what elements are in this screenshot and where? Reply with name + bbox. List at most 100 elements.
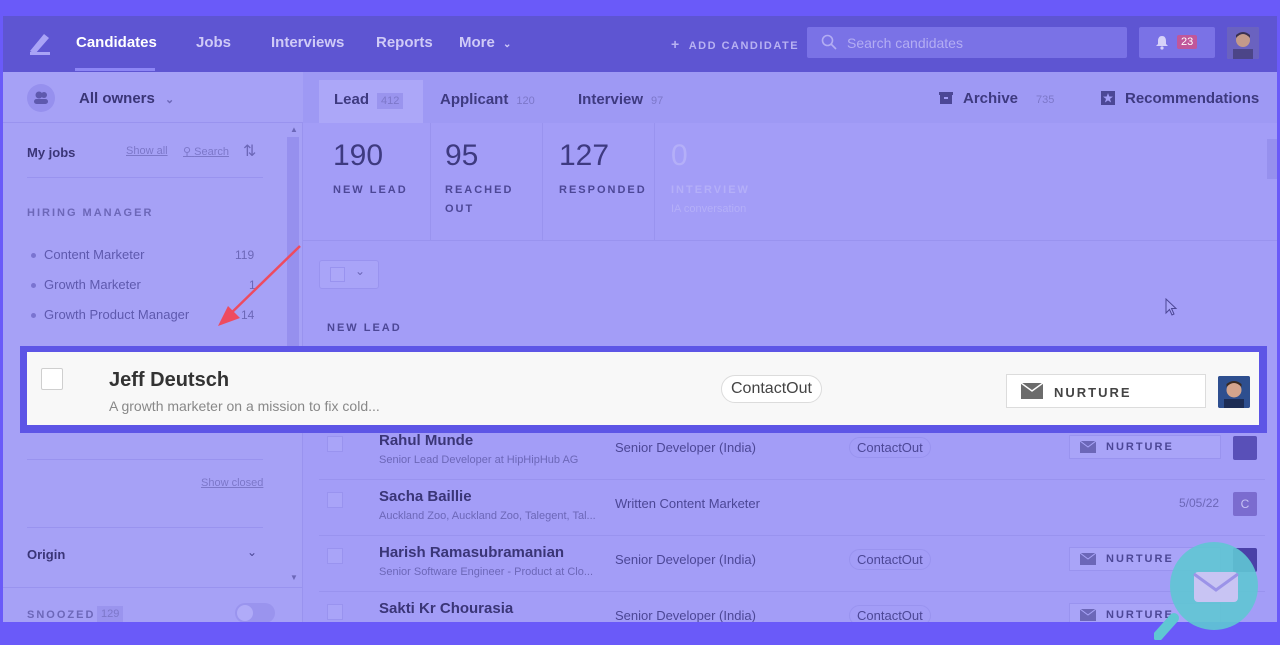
chevron-down-icon[interactable]: ⌄: [247, 545, 257, 559]
logo-icon[interactable]: [27, 30, 53, 56]
source-badge: ContactOut: [849, 437, 931, 458]
star-icon: [1101, 91, 1115, 105]
user-avatar[interactable]: [1227, 27, 1259, 59]
stat-new-lead[interactable]: 190 NEW LEAD: [303, 123, 431, 241]
tab-interview[interactable]: Interview 97: [578, 91, 663, 108]
highlighted-candidate-row[interactable]: Jeff Deutsch A growth marketer on a miss…: [27, 352, 1259, 425]
show-closed-link[interactable]: Show closed: [201, 477, 263, 489]
nav-candidates[interactable]: Candidates: [76, 34, 157, 51]
bulk-select-dropdown[interactable]: ⌄: [319, 260, 379, 289]
search-icon: [821, 34, 837, 50]
scroll-down-icon[interactable]: ▼: [290, 573, 298, 582]
status-button[interactable]: NURTURE: [1006, 374, 1206, 408]
my-jobs-heading: My jobs: [27, 145, 76, 160]
main-scrollbar[interactable]: [1267, 139, 1277, 179]
stat-label: INTERVIEW: [671, 184, 750, 196]
snoozed-toggle[interactable]: [235, 603, 275, 622]
sidebar-search-link[interactable]: ⚲ Search: [183, 145, 229, 158]
owner-avatar: [1218, 376, 1250, 408]
candidate-job: Written Content Marketer: [615, 496, 760, 511]
sort-icon[interactable]: ⇅: [243, 141, 256, 161]
mail-icon: [1021, 383, 1043, 399]
stat-label-line1: REACHED: [445, 184, 514, 196]
row-checkbox[interactable]: [327, 436, 343, 452]
hiring-manager-heading: HIRING MANAGER: [27, 207, 154, 219]
notification-badge: 23: [1177, 35, 1198, 49]
chevron-down-icon: ⌄: [355, 264, 366, 278]
stat-reached-out[interactable]: 95 REACHED OUT: [431, 123, 543, 241]
owner-avatar: C: [1233, 492, 1257, 516]
bell-icon: [1156, 36, 1168, 50]
mail-icon: [1080, 609, 1096, 621]
snoozed-count: 129: [97, 606, 124, 622]
tab-interview-count: 97: [651, 95, 664, 107]
candidate-headline: Senior Lead Developer at HipHipHub AG: [379, 454, 579, 466]
chevron-down-icon: ⌄: [165, 94, 175, 106]
candidate-headline: Auckland Zoo, Auckland Zoo, Talegent, Ta…: [379, 510, 596, 522]
tab-archive-count: 735: [1036, 94, 1055, 106]
row-checkbox[interactable]: [41, 368, 63, 390]
sidebar-job-content-marketer[interactable]: Content Marketer: [31, 247, 144, 262]
owners-dropdown[interactable]: All owners ⌄: [79, 90, 174, 107]
tab-lead-label: Lead: [334, 91, 370, 108]
stat-interview[interactable]: 0 INTERVIEW IA conversation: [655, 123, 855, 241]
show-all-link[interactable]: Show all: [126, 145, 168, 157]
tab-applicant-label: Applicant: [440, 91, 509, 108]
nav-more[interactable]: More ⌄: [459, 34, 511, 51]
search-icon: ⚲: [183, 146, 192, 158]
owner-filter-bar: All owners ⌄: [3, 72, 303, 123]
nav-interviews[interactable]: Interviews: [271, 34, 344, 51]
candidate-name[interactable]: Jeff Deutsch: [109, 369, 229, 392]
app-window: Candidates Jobs Interviews Reports More …: [3, 16, 1277, 622]
sidebar-job-growth-product-manager[interactable]: Growth Product Manager: [31, 307, 189, 322]
tab-applicant[interactable]: Applicant 120: [440, 91, 535, 108]
row-checkbox[interactable]: [327, 492, 343, 508]
divider: [27, 527, 263, 528]
table-row[interactable]: Sakti Kr Chourasia Senior Developer (Ind…: [319, 592, 1265, 622]
divider: [27, 177, 263, 178]
tab-lead[interactable]: Lead 412: [334, 91, 404, 109]
status-label: NURTURE: [1054, 385, 1132, 400]
candidate-name[interactable]: Harish Ramasubramanian: [379, 544, 564, 561]
search-box[interactable]: [807, 27, 1127, 58]
tab-archive[interactable]: Archive 735: [939, 90, 1054, 107]
candidate-name[interactable]: Rahul Munde: [379, 432, 473, 449]
funnel-stats: 190 NEW LEAD 95 REACHED OUT 127 RESPONDED…: [303, 123, 1277, 241]
row-checkbox[interactable]: [327, 548, 343, 564]
row-checkbox[interactable]: [327, 604, 343, 620]
annotation-arrow-icon: [218, 245, 301, 326]
row-date: 5/05/22: [1179, 496, 1220, 510]
stat-number: 95: [445, 139, 479, 172]
stat-sublabel: IA conversation: [671, 203, 747, 215]
table-row[interactable]: Harish Ramasubramanian Senior Software E…: [319, 536, 1265, 592]
snoozed-label: SNOOZED: [27, 609, 96, 621]
status-button[interactable]: NURTURE: [1069, 435, 1221, 459]
active-tab-indicator: [75, 68, 155, 71]
tab-recommendations[interactable]: Recommendations: [1101, 90, 1259, 107]
candidate-name[interactable]: Sakti Kr Chourasia: [379, 600, 513, 617]
user-avatar-image: [1227, 27, 1259, 59]
stat-label: REACHED OUT: [445, 181, 513, 219]
candidate-name[interactable]: Sacha Baillie: [379, 488, 472, 505]
stat-number: 0: [671, 139, 688, 172]
search-input[interactable]: [847, 33, 1117, 53]
nav-jobs[interactable]: Jobs: [196, 34, 231, 51]
table-row[interactable]: Sacha Baillie Auckland Zoo, Auckland Zoo…: [319, 480, 1265, 536]
candidate-headline: A growth marketer on a mission to fix co…: [109, 398, 380, 414]
mail-icon: [1080, 553, 1096, 565]
origin-filter[interactable]: Origin: [27, 547, 65, 562]
nav-reports[interactable]: Reports: [376, 34, 433, 51]
scroll-up-icon[interactable]: ▲: [290, 125, 298, 134]
add-candidate-label: ADD CANDIDATE: [688, 40, 800, 52]
tab-interview-label: Interview: [578, 91, 644, 108]
bulk-select-checkbox[interactable]: [330, 267, 345, 282]
owner-avatar-image: [1218, 376, 1250, 408]
notifications-button[interactable]: 23: [1139, 27, 1215, 58]
add-candidate-button[interactable]: + ADD CANDIDATE: [671, 36, 799, 52]
status-label: NURTURE: [1106, 441, 1174, 453]
stat-number: 190: [333, 139, 384, 172]
mail-search-icon[interactable]: [1154, 540, 1262, 640]
sidebar-search-label: Search: [194, 146, 229, 158]
sidebar-job-growth-marketer[interactable]: Growth Marketer: [31, 277, 141, 292]
stat-responded[interactable]: 127 RESPONDED: [543, 123, 655, 241]
